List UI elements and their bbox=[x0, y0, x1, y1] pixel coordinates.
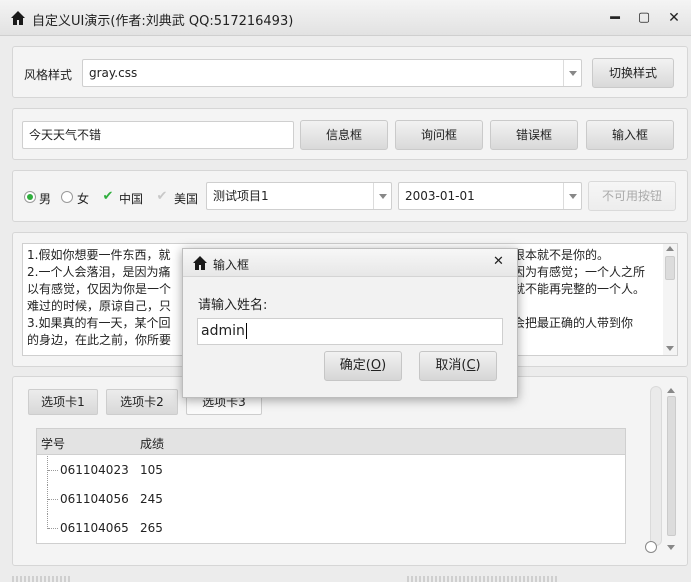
text-area-scrollbar[interactable] bbox=[663, 244, 677, 355]
row-score: 245 bbox=[140, 492, 163, 506]
scroll-down-icon[interactable] bbox=[666, 346, 674, 351]
row-id: 061104056 bbox=[60, 492, 129, 506]
project-combobox-value: 测试项目1 bbox=[213, 189, 269, 203]
table-row[interactable]: 061104056 245 bbox=[37, 485, 625, 514]
tree-header: 学号 成绩 bbox=[37, 429, 625, 455]
resize-grip-icon[interactable] bbox=[645, 541, 657, 553]
row-id: 061104065 bbox=[60, 521, 129, 535]
radio-female-label: 女 bbox=[77, 192, 90, 206]
checkbox-usa-label: 美国 bbox=[174, 192, 199, 206]
text-caret bbox=[245, 323, 247, 339]
home-icon bbox=[193, 256, 207, 270]
ok-button[interactable]: 确定(O) bbox=[324, 351, 402, 381]
row-score: 105 bbox=[140, 463, 163, 477]
date-picker[interactable]: 2003-01-01 bbox=[398, 182, 582, 210]
checkbox-usa-check-icon[interactable]: ✔ bbox=[155, 190, 169, 204]
info-box-button[interactable]: 信息框 bbox=[300, 120, 388, 150]
cancel-button[interactable]: 取消(C) bbox=[419, 351, 497, 381]
error-box-button[interactable]: 错误框 bbox=[490, 120, 578, 150]
style-label: 风格样式 bbox=[24, 68, 73, 82]
tabs-scrollbar[interactable] bbox=[650, 386, 662, 546]
dialog-title: 输入框 bbox=[213, 258, 250, 272]
row-score: 265 bbox=[140, 521, 163, 535]
date-picker-value: 2003-01-01 bbox=[405, 189, 475, 203]
text-line-right bbox=[513, 298, 645, 315]
input-box-button[interactable]: 输入框 bbox=[586, 120, 674, 150]
text-line-right: 根本就不是你的。 bbox=[513, 248, 610, 262]
switch-style-button[interactable]: 切换样式 bbox=[592, 58, 674, 88]
column-header-score[interactable]: 成绩 bbox=[140, 435, 164, 452]
scroll-thumb[interactable] bbox=[667, 396, 676, 536]
scroll-up-icon[interactable] bbox=[667, 388, 675, 393]
project-combobox[interactable]: 测试项目1 bbox=[206, 182, 392, 210]
scroll-thumb[interactable] bbox=[665, 256, 675, 280]
home-icon bbox=[11, 11, 25, 25]
dialog-prompt: 请输入姓名: bbox=[198, 298, 268, 313]
disabled-button: 不可用按钮 bbox=[588, 181, 676, 211]
close-button[interactable]: ✕ bbox=[664, 8, 684, 28]
text-line-right: 就不能再完整的一个人。 bbox=[513, 282, 646, 296]
radio-female[interactable] bbox=[61, 191, 73, 203]
style-combobox-value: gray.css bbox=[89, 66, 138, 80]
radio-male-label: 男 bbox=[39, 192, 52, 206]
chevron-down-icon[interactable] bbox=[373, 183, 391, 209]
dialog-close-button[interactable]: ✕ bbox=[493, 254, 504, 269]
name-input[interactable]: admin bbox=[197, 318, 503, 345]
chevron-down-icon[interactable] bbox=[563, 183, 581, 209]
tab-1[interactable]: 选项卡1 bbox=[28, 389, 98, 415]
chevron-down-icon[interactable] bbox=[563, 60, 581, 86]
tab-2[interactable]: 选项卡2 bbox=[106, 389, 178, 415]
score-tree[interactable]: 学号 成绩 061104023 105 061104056 245 061104… bbox=[36, 428, 626, 544]
column-header-id[interactable]: 学号 bbox=[41, 435, 65, 452]
scroll-up-icon[interactable] bbox=[666, 246, 674, 251]
text-line-right: 会把最正确的人带到你 bbox=[513, 316, 634, 330]
row-id: 061104023 bbox=[60, 463, 129, 477]
dialog-title-bar[interactable]: 输入框 ✕ bbox=[183, 249, 517, 277]
minimize-button[interactable]: ━ bbox=[605, 8, 625, 28]
question-box-button[interactable]: 询问框 bbox=[395, 120, 483, 150]
input-dialog: 输入框 ✕ 请输入姓名: admin 确定(O) 取消(C) bbox=[182, 248, 518, 398]
style-combobox[interactable]: gray.css bbox=[82, 59, 582, 87]
table-row[interactable]: 061104065 265 bbox=[37, 514, 625, 543]
window-title: 自定义UI演示(作者:刘典武 QQ:517216493) bbox=[32, 14, 294, 29]
checkbox-china-check-icon[interactable]: ✔ bbox=[101, 190, 115, 204]
maximize-button[interactable]: ▢ bbox=[634, 8, 654, 28]
name-input-value: admin bbox=[201, 323, 245, 339]
message-input-value: 今天天气不错 bbox=[29, 128, 102, 142]
text-line-right: 因为有感觉；一个人之所 bbox=[513, 265, 646, 279]
radio-male[interactable] bbox=[24, 191, 36, 203]
title-bar: 自定义UI演示(作者:刘典武 QQ:517216493) ━ ▢ ✕ bbox=[0, 0, 691, 36]
checkbox-china-label: 中国 bbox=[119, 192, 144, 206]
table-row[interactable]: 061104023 105 bbox=[37, 456, 625, 485]
status-bar bbox=[12, 572, 688, 582]
message-input[interactable]: 今天天气不错 bbox=[22, 121, 294, 149]
scroll-down-icon[interactable] bbox=[667, 545, 675, 550]
